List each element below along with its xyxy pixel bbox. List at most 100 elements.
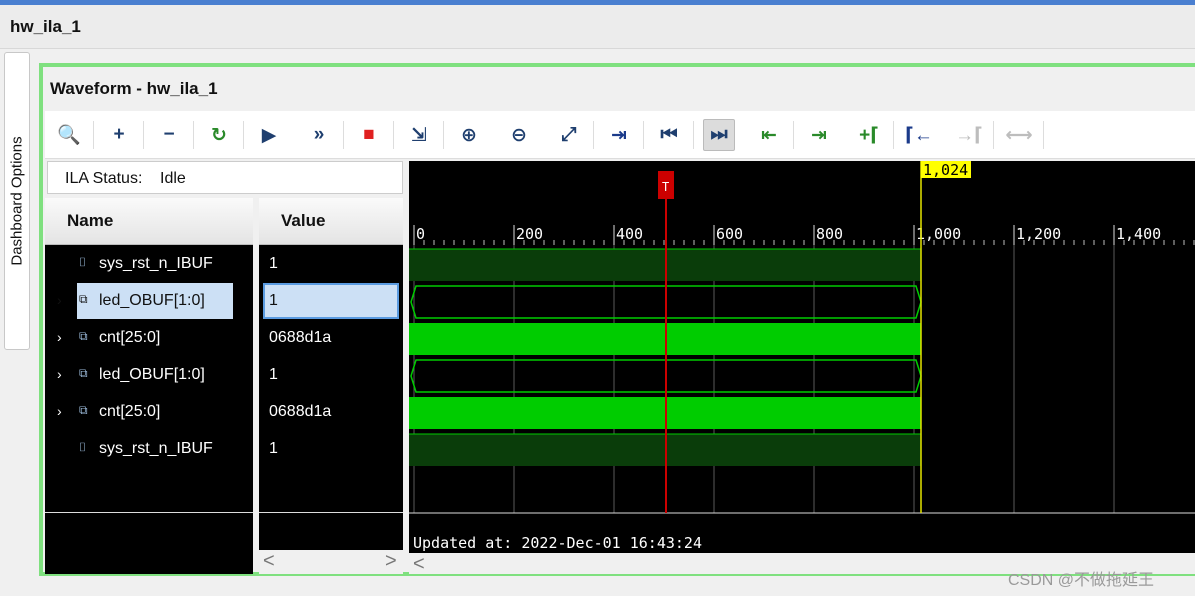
name-column-header[interactable]: Name: [45, 198, 253, 245]
signal-name: sys_rst_n_IBUF: [99, 440, 213, 457]
tick-label: 1,200: [1016, 225, 1061, 243]
search-icon[interactable]: 🔍: [53, 119, 85, 151]
go-to-last-time-icon[interactable]: ⏭: [703, 119, 735, 151]
stop-icon[interactable]: ■: [353, 119, 385, 151]
signal-value: 0688d1a: [269, 329, 332, 346]
ila-status-label: ILA Status:: [65, 170, 143, 187]
toolbar-separator: [193, 121, 194, 149]
window-title[interactable]: hw_ila_1: [10, 17, 81, 37]
expand-chevron-icon[interactable]: ›: [57, 366, 62, 382]
signal-value-row[interactable]: 0688d1a: [259, 394, 403, 431]
run-immediate-icon[interactable]: »: [303, 119, 335, 151]
go-to-time-zero-icon[interactable]: ⏮: [653, 119, 685, 151]
scroll-left-icon[interactable]: <: [263, 550, 275, 573]
tick-label: 800: [816, 225, 843, 243]
window-tab-bar: hw_ila_1: [0, 5, 1195, 49]
signal-name-row[interactable]: › ⧉ cnt[25:0]: [45, 320, 253, 357]
signal-name-column: Name ⌷ sys_rst_n_IBUF › ⧉ led_OBUF[1:0] › ⧉ cnt…: [45, 198, 253, 574]
scroll-right-icon[interactable]: >: [385, 550, 397, 573]
zoom-in-icon[interactable]: ⊕: [453, 119, 485, 151]
bus-signal-icon: ⧉: [79, 403, 88, 417]
toolbar-separator: [993, 121, 994, 149]
toolbar-separator: [793, 121, 794, 149]
toolbar-separator: [93, 121, 94, 149]
waveform-scroll-left-icon[interactable]: <: [413, 553, 425, 576]
value-header-label: Value: [281, 211, 326, 230]
go-to-cursor-icon[interactable]: ⇥: [603, 119, 635, 151]
signal-value-row[interactable]: 1: [259, 431, 403, 468]
swap-cursors-icon[interactable]: ⟷: [1003, 119, 1035, 151]
bus-signal-icon: ⧉: [79, 292, 88, 306]
waveform-toolbar: 🔍 + − ↻ ▶ » ■ ⇲ ⊕ ⊖ ⤢ ⇥ ⏮ ⏭ ⇤ ⇥ +⌈ ⌈← →⌈ ⟷: [45, 111, 1195, 159]
signal-name-row[interactable]: › ⧉ led_OBUF[1:0]: [45, 283, 253, 320]
signal-value-row[interactable]: 1: [259, 357, 403, 394]
waveform-canvas[interactable]: 0 200 400 600 800 1,000 1,200 1,400 T 1,024: [409, 161, 1195, 553]
signal-value: 0688d1a: [269, 403, 332, 420]
signal-value-row[interactable]: 0688d1a: [259, 320, 403, 357]
value-column-divider: [259, 512, 403, 513]
signal-value-column: Value 1 1 0688d1a 1 0688d1a 1: [259, 198, 403, 550]
zoom-fit-icon[interactable]: ⤢: [553, 119, 585, 151]
signal-value-row[interactable]: 1: [259, 246, 403, 283]
signal-name-row[interactable]: ⌷ sys_rst_n_IBUF: [45, 431, 253, 468]
tick-label: 400: [616, 225, 643, 243]
signal-name: led_OBUF[1:0]: [99, 366, 205, 383]
signal-value: 1: [269, 255, 278, 272]
signal-value-row[interactable]: 1: [259, 283, 403, 320]
run-trigger-icon[interactable]: ▶: [253, 119, 285, 151]
updated-timestamp: Updated at: 2022-Dec-01 16:43:24: [413, 534, 702, 552]
ila-status-value: Idle: [160, 170, 186, 187]
toolbar-separator: [893, 121, 894, 149]
signal-name-row[interactable]: › ⧉ cnt[25:0]: [45, 394, 253, 431]
toolbar-separator: [693, 121, 694, 149]
ila-status-box: ILA Status: Idle: [47, 161, 403, 194]
waveform-panel: Waveform - hw_ila_1 🔍 + − ↻ ▶ » ■ ⇲ ⊕ ⊖ ⤢ ⇥ ⏮ ⏭ ⇤ ⇥ +⌈ ⌈←…: [39, 63, 1195, 576]
side-tab-label: Dashboard Options: [8, 136, 26, 266]
selection-highlight: [263, 283, 399, 319]
run-trigger-immediate-icon[interactable]: ↻: [203, 119, 235, 151]
remove-icon[interactable]: −: [153, 119, 185, 151]
next-transition-icon[interactable]: ⇥: [803, 119, 835, 151]
cursor-label: 1,024: [923, 161, 968, 179]
expand-chevron-icon[interactable]: ›: [57, 329, 62, 345]
panel-title: Waveform - hw_ila_1: [50, 79, 218, 98]
value-column-header[interactable]: Value: [259, 198, 403, 245]
signal-name-row[interactable]: › ⧉ led_OBUF[1:0]: [45, 357, 253, 394]
signal-name: cnt[25:0]: [99, 403, 161, 420]
bus-signal-icon: ⧉: [79, 366, 88, 380]
tick-label: 1,000: [916, 225, 961, 243]
toolbar-separator: [593, 121, 594, 149]
bus-signal-icon: ⧉: [79, 329, 88, 343]
tick-label: 1,400: [1116, 225, 1161, 243]
toolbar-separator: [343, 121, 344, 149]
add-marker-icon[interactable]: +⌈: [853, 119, 885, 151]
toolbar-separator: [1043, 121, 1044, 149]
value-horizontal-scrollbar[interactable]: < >: [259, 550, 403, 574]
export-icon[interactable]: ⇲: [403, 119, 435, 151]
signal-value: 1: [269, 292, 278, 309]
expand-chevron-icon[interactable]: ›: [57, 292, 62, 308]
previous-marker-icon[interactable]: ⌈←: [903, 119, 935, 151]
toolbar-separator: [143, 121, 144, 149]
toolbar-separator: [393, 121, 394, 149]
add-icon[interactable]: +: [103, 119, 135, 151]
tick-label: 200: [516, 225, 543, 243]
toolbar-separator: [443, 121, 444, 149]
tick-label: 0: [416, 225, 425, 243]
zoom-out-icon[interactable]: ⊖: [503, 119, 535, 151]
signal-name: cnt[25:0]: [99, 329, 161, 346]
expand-chevron-icon[interactable]: ›: [57, 403, 62, 419]
watermark: CSDN @不做拖延王: [1008, 572, 1155, 589]
waveform-svg: 0 200 400 600 800 1,000 1,200 1,400 T 1,024: [409, 161, 1195, 514]
side-tab-dashboard-options[interactable]: Dashboard Options: [4, 52, 30, 350]
signal-value: 1: [269, 366, 278, 383]
name-header-label: Name: [67, 211, 114, 230]
previous-transition-icon[interactable]: ⇤: [753, 119, 785, 151]
trigger-marker-label: T: [662, 180, 669, 194]
next-marker-icon[interactable]: →⌈: [953, 119, 985, 151]
signal-name: sys_rst_n_IBUF: [99, 255, 213, 272]
tick-label: 600: [716, 225, 743, 243]
signal-value: 1: [269, 440, 278, 457]
signal-name-row[interactable]: ⌷ sys_rst_n_IBUF: [45, 246, 253, 283]
bit-signal-icon: ⌷: [79, 255, 87, 269]
